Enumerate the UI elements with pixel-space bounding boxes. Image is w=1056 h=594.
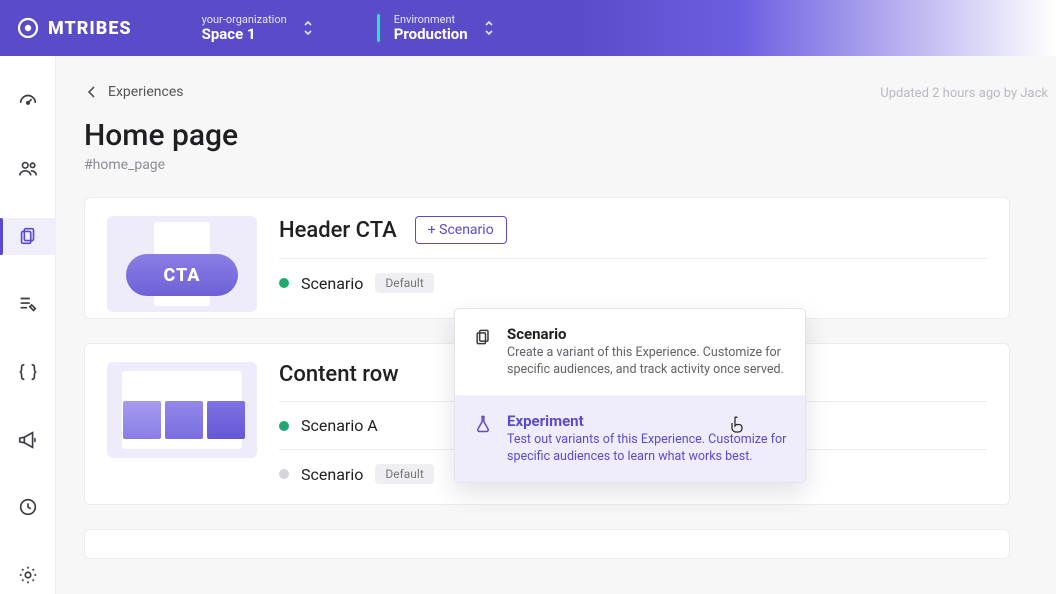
menu-item-desc: Test out variants of this Experience. Cu… <box>507 432 787 466</box>
sidebar-item-experiences[interactable] <box>0 218 56 256</box>
list-edit-icon <box>17 293 39 315</box>
new-scenario-menu: Scenario Create a variant of this Experi… <box>454 308 806 483</box>
sidebar-item-announce[interactable] <box>0 421 56 459</box>
scenario-name: Scenario <box>301 274 363 293</box>
logo-mark-icon <box>16 16 40 40</box>
braces-icon <box>17 361 39 383</box>
chevron-updown-icon <box>482 20 496 36</box>
sidebar-item-audiences[interactable] <box>0 150 56 188</box>
default-chip: Default <box>375 464 433 484</box>
chevron-left-icon <box>84 84 100 100</box>
scenario-name: Scenario A <box>301 416 378 435</box>
cursor-pointer-icon <box>729 416 745 434</box>
scenario-row[interactable]: Scenario Default <box>279 259 987 307</box>
environment-label: Environment <box>394 14 468 26</box>
scenario-name: Scenario <box>301 465 363 484</box>
sidebar-item-settings[interactable] <box>0 556 56 594</box>
menu-item-experiment[interactable]: Experiment Test out variants of this Exp… <box>455 395 805 482</box>
menu-item-title: Experiment <box>507 412 787 430</box>
environment-selector[interactable]: Environment Production <box>363 8 510 49</box>
experience-card-extra <box>84 529 1010 559</box>
menu-item-desc: Create a variant of this Experience. Cus… <box>507 345 787 379</box>
experience-title: Header CTA <box>279 218 397 243</box>
top-app-bar: MTRIBES your-organization Space 1 Enviro… <box>0 0 1056 56</box>
environment-name: Production <box>394 26 468 43</box>
breadcrumb[interactable]: Experiences <box>84 84 1010 100</box>
experience-title: Content row <box>279 362 399 387</box>
menu-item-title: Scenario <box>507 325 787 343</box>
breadcrumb-parent: Experiences <box>108 84 183 100</box>
space-label: your-organization <box>202 14 287 26</box>
experience-thumbnail <box>107 362 257 458</box>
status-dot <box>279 469 289 479</box>
brand-name: MTRIBES <box>48 18 132 39</box>
default-chip: Default <box>375 273 433 293</box>
page-slug: #home_page <box>84 157 1010 173</box>
gear-icon <box>17 564 39 586</box>
experience-card-header-cta: CTA Header CTA + Scenario Scenario Defau… <box>84 197 1010 319</box>
megaphone-icon <box>17 429 39 451</box>
environment-marker <box>377 14 380 42</box>
layers-icon <box>17 225 39 247</box>
cta-badge: CTA <box>126 254 238 296</box>
new-scenario-button[interactable]: + Scenario <box>415 216 507 244</box>
sidebar-item-content[interactable] <box>0 285 56 323</box>
sidebar-item-code[interactable] <box>0 353 56 391</box>
experience-thumbnail: CTA <box>107 216 257 312</box>
menu-item-scenario[interactable]: Scenario Create a variant of this Experi… <box>455 309 805 395</box>
page-title: Home page <box>84 118 1010 153</box>
gauge-icon <box>17 90 39 112</box>
status-dot <box>279 278 289 288</box>
sidebar-item-dashboard[interactable] <box>0 82 56 120</box>
updated-meta: Updated 2 hours ago by Jack <box>880 86 1056 101</box>
clock-icon <box>17 496 39 518</box>
layers-icon <box>473 327 493 347</box>
chevron-updown-icon <box>301 20 315 36</box>
space-selector[interactable]: your-organization Space 1 <box>188 8 329 49</box>
main-area: Experiences Updated 2 hours ago by Jack … <box>56 56 1056 594</box>
flask-icon <box>473 414 493 434</box>
brand-logo: MTRIBES <box>16 16 132 40</box>
space-name: Space 1 <box>202 26 287 43</box>
users-icon <box>17 158 39 180</box>
sidebar-item-activity[interactable] <box>0 489 56 527</box>
side-nav <box>0 56 56 594</box>
status-dot <box>279 421 289 431</box>
